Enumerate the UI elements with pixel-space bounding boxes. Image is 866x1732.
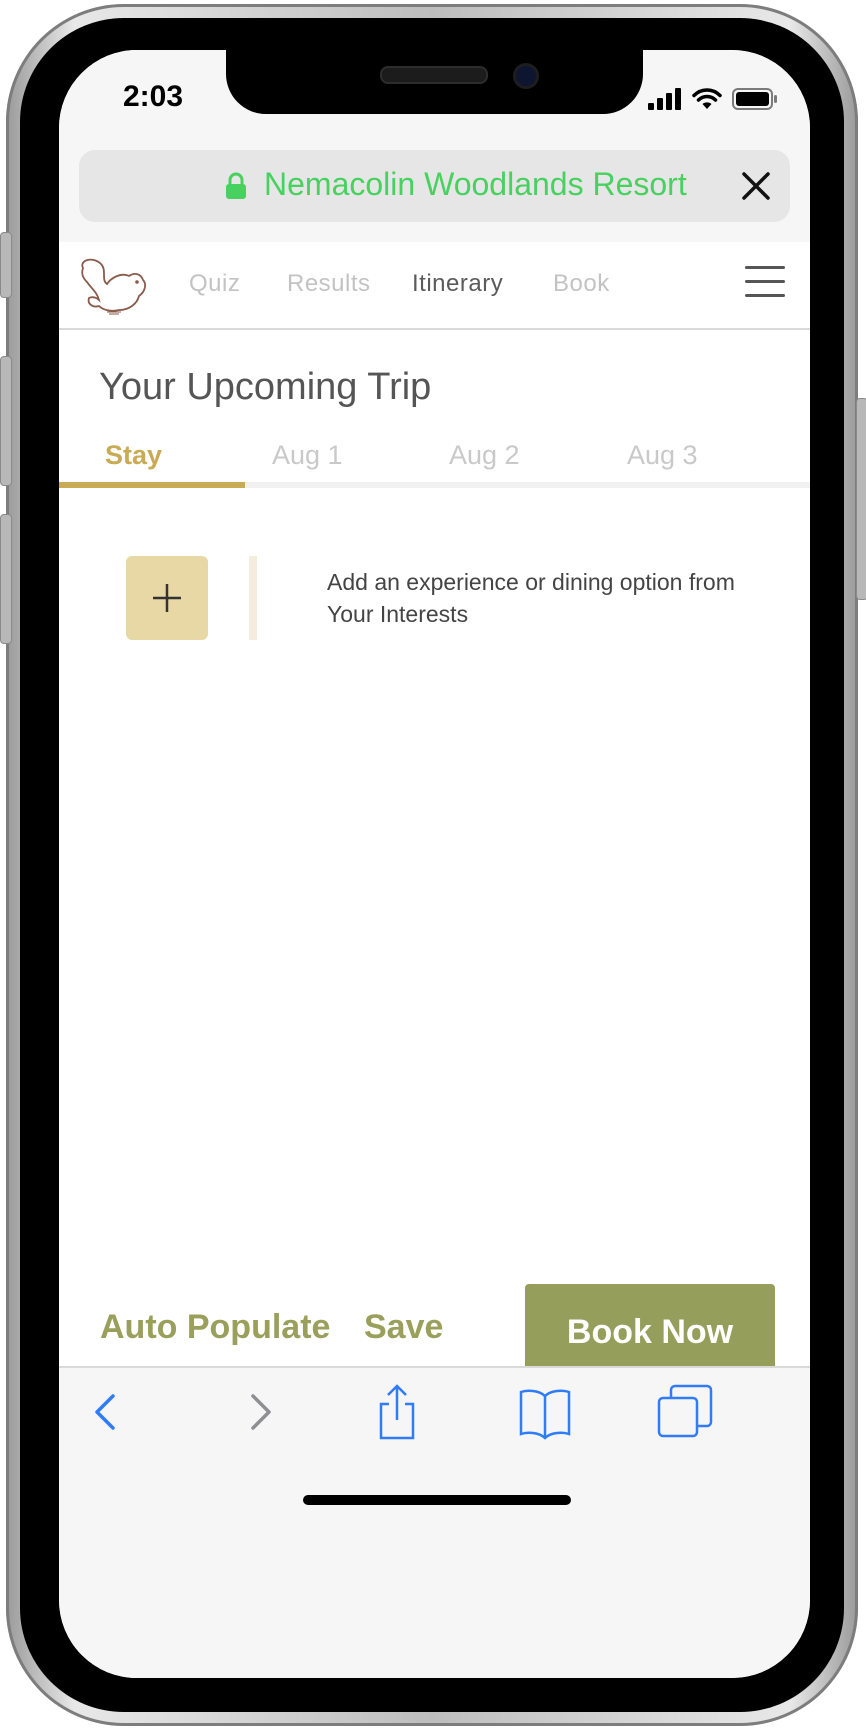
- wifi-icon: [692, 88, 722, 115]
- add-experience-prompt: Add an experience or dining option from …: [327, 569, 735, 627]
- cellular-signal-icon: [648, 88, 682, 115]
- bookmarks-icon[interactable]: [515, 1382, 575, 1442]
- status-icons: [648, 88, 778, 115]
- add-experience-row: Add an experience or dining option from …: [59, 554, 810, 644]
- plus-icon: [126, 584, 208, 644]
- share-icon[interactable]: [367, 1382, 427, 1442]
- tab-aug-2[interactable]: Aug 2: [449, 440, 520, 471]
- back-icon[interactable]: [75, 1382, 135, 1442]
- nav-item-quiz[interactable]: Quiz: [189, 270, 240, 298]
- power-button: [856, 398, 866, 600]
- front-camera: [513, 63, 539, 89]
- tabs-icon[interactable]: [655, 1382, 715, 1442]
- nav-item-book[interactable]: Book: [553, 270, 610, 298]
- status-time: 2:03: [123, 80, 184, 113]
- add-experience-button[interactable]: [126, 556, 208, 640]
- day-tabs: Stay Aug 1 Aug 2 Aug 3: [59, 440, 810, 496]
- active-tab-indicator: [59, 482, 245, 488]
- tab-aug-3[interactable]: Aug 3: [627, 440, 698, 471]
- close-icon[interactable]: [734, 164, 778, 208]
- tab-aug-1[interactable]: Aug 1: [272, 440, 343, 471]
- add-row-divider: [249, 556, 257, 640]
- screen: 2:03 Nemacolin Woodlands Resort Quiz Res…: [59, 50, 810, 1678]
- site-nav: Quiz Results Itinerary Book: [59, 242, 810, 330]
- forward-icon[interactable]: [231, 1382, 291, 1442]
- tab-stay[interactable]: Stay: [105, 440, 162, 471]
- auto-populate-button[interactable]: Auto Populate: [100, 1308, 330, 1347]
- volume-down-button: [0, 514, 12, 644]
- squirrel-logo[interactable]: [77, 256, 151, 316]
- hamburger-menu-icon[interactable]: [745, 266, 785, 298]
- speaker-grille: [380, 66, 488, 84]
- nav-item-itinerary[interactable]: Itinerary: [412, 270, 503, 298]
- silent-switch: [0, 232, 12, 298]
- home-indicator: [303, 1495, 571, 1505]
- volume-up-button: [0, 356, 12, 486]
- url-text: Nemacolin Woodlands Resort: [264, 166, 687, 202]
- nav-item-results[interactable]: Results: [287, 270, 371, 298]
- page-title: Your Upcoming Trip: [99, 366, 432, 408]
- save-button[interactable]: Save: [364, 1308, 443, 1347]
- battery-icon: [732, 88, 778, 115]
- browser-toolbar: [59, 1366, 810, 1678]
- url-bar[interactable]: Nemacolin Woodlands Resort: [79, 150, 790, 222]
- lock-icon: [225, 172, 247, 205]
